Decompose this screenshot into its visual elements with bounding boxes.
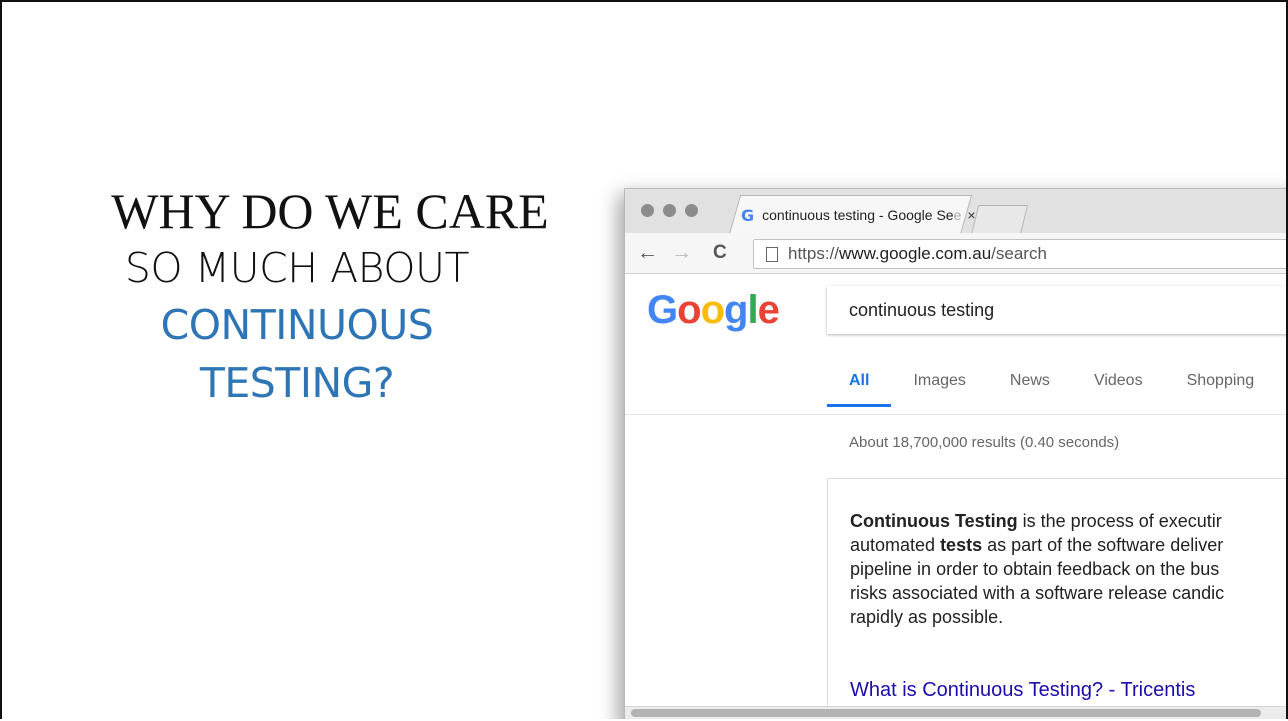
google-favicon-icon: G [741, 205, 755, 225]
tab-bar: G continuous testing - Google Se e × [625, 189, 1286, 234]
title-line-1: WHY DO WE CARE [111, 183, 549, 239]
new-tab-button[interactable] [971, 205, 1029, 234]
google-results-page: Google continuous testing All Images New… [625, 274, 1286, 719]
tab-all[interactable]: All [827, 372, 892, 407]
url-scheme: https:// [788, 244, 840, 263]
window-close-dot[interactable] [641, 204, 654, 217]
browser-tab-content[interactable]: G continuous testing - Google Se e × [741, 201, 976, 229]
logo-letter: l [747, 288, 758, 332]
url-path: /search [991, 244, 1047, 263]
address-bar[interactable]: https://www.google.com.au/search [753, 239, 1286, 269]
logo-letter: o [700, 288, 725, 332]
horizontal-scrollbar[interactable] [625, 706, 1286, 719]
logo-letter: e [757, 288, 780, 332]
snippet-bold: Continuous Testing [850, 511, 1018, 531]
title-line-2: SO MUCH ABOUT [124, 244, 470, 292]
browser-toolbar: ← → C https://www.google.com.au/search [625, 233, 1286, 274]
snippet-line: pipeline in order to obtain feedback on … [850, 559, 1220, 579]
google-logo[interactable]: Google [647, 288, 780, 333]
page-icon [766, 246, 778, 262]
forward-arrow-icon[interactable]: → [671, 241, 692, 265]
window-minimize-dot[interactable] [663, 204, 676, 217]
reload-icon[interactable]: C [713, 242, 727, 264]
snippet-bold: tests [940, 535, 983, 555]
logo-letter: G [647, 288, 678, 332]
url-host: www.google.com.au [839, 244, 992, 263]
tab-videos[interactable]: Videos [1072, 372, 1165, 407]
search-tabs: All Images News Videos Shopping [827, 372, 1276, 407]
title-line-3: CONTINUOUS [160, 301, 434, 349]
tab-title: continuous testing - Google Se [762, 207, 954, 223]
result-stats: About 18,700,000 results (0.40 seconds) [849, 434, 1120, 451]
title-line-4: TESTING? [199, 359, 395, 407]
search-input[interactable]: continuous testing [827, 286, 1286, 334]
search-query: continuous testing [849, 299, 995, 320]
snippet-line: rapidly as possible. [850, 607, 1004, 627]
scrollbar-thumb[interactable] [631, 709, 1261, 717]
logo-letter: g [724, 288, 748, 332]
snippet-line: automated [850, 535, 941, 555]
snippet-line: risks associated with a software release… [850, 583, 1225, 603]
snippet-text: Continuous Testing is the process of exe… [850, 509, 1286, 629]
snippet-line: is the process of executir [1017, 511, 1222, 531]
tab-title-fade: e [953, 207, 962, 223]
tab-images[interactable]: Images [891, 372, 987, 407]
tabs-divider [625, 414, 1286, 415]
snippet-line: as part of the software deliver [982, 535, 1224, 555]
slide-title: WHY DO WE CARE SO MUCH ABOUT CONTINUOUS … [62, 182, 622, 412]
browser-window: G continuous testing - Google Se e × ← → … [624, 188, 1286, 719]
result-link[interactable]: What is Continuous Testing? - Tricentis [850, 679, 1195, 702]
tab-shopping[interactable]: Shopping [1165, 372, 1277, 407]
back-arrow-icon[interactable]: ← [637, 241, 658, 265]
window-zoom-dot[interactable] [685, 204, 698, 217]
featured-snippet: Continuous Testing is the process of exe… [827, 478, 1286, 719]
tab-news[interactable]: News [988, 372, 1072, 407]
logo-letter: o [677, 288, 701, 332]
slide: WHY DO WE CARE SO MUCH ABOUT CONTINUOUS … [0, 0, 1288, 719]
